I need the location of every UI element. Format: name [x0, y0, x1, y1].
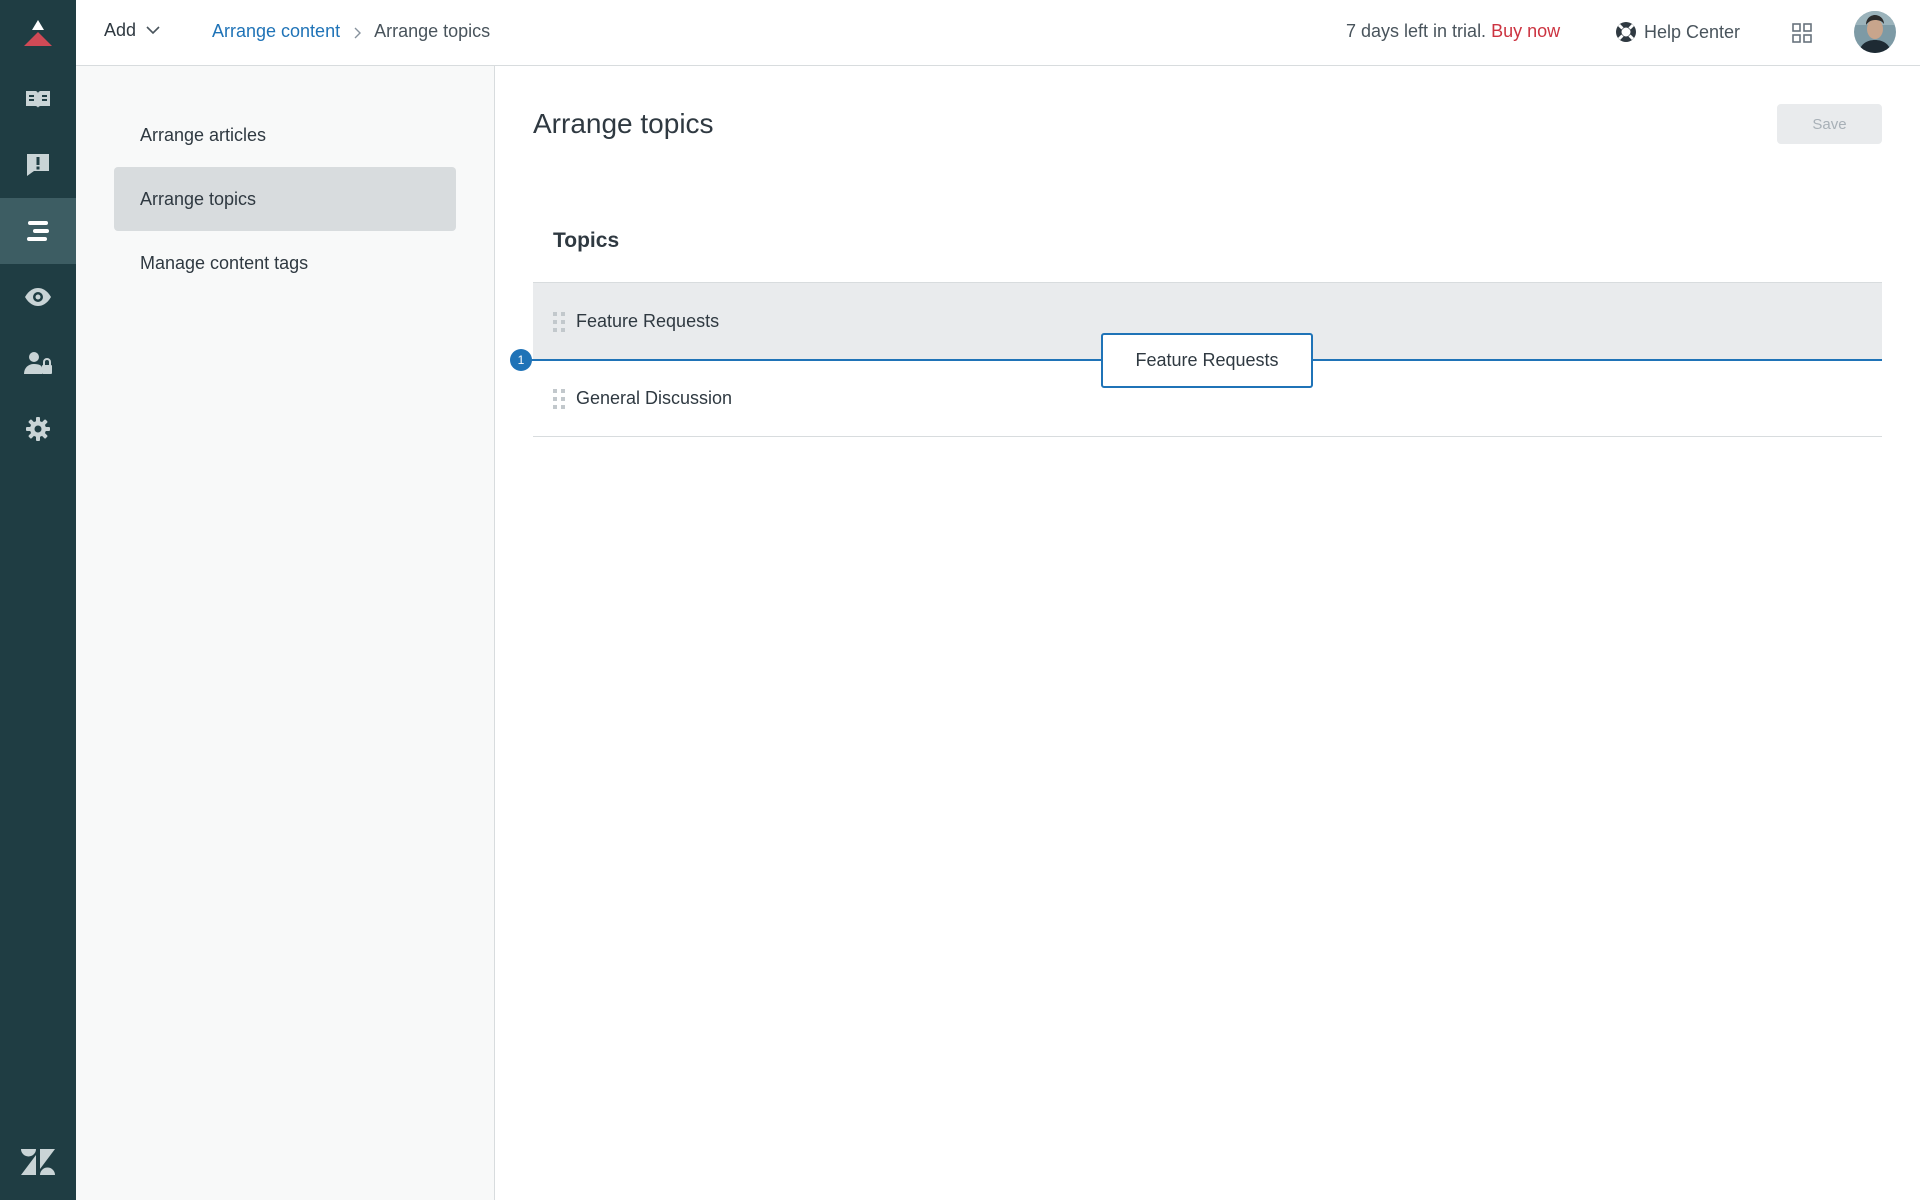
help-center-label: Help Center	[1644, 21, 1741, 42]
user-avatar[interactable]	[1854, 11, 1896, 53]
arrange-content-sidebar: Arrange articles Arrange topics Manage c…	[76, 66, 495, 1200]
topic-label: Feature Requests	[576, 311, 720, 331]
drag-handle-icon[interactable]	[553, 388, 565, 409]
drag-ghost-item[interactable]: Feature Requests	[1101, 333, 1313, 388]
guide-logo-icon	[24, 20, 52, 46]
breadcrumb-arrange-topics: Arrange topics	[374, 21, 491, 41]
arrange-content-icon	[27, 221, 49, 241]
add-label: Add	[104, 20, 137, 40]
divider	[533, 436, 1882, 437]
help-center-link[interactable]: Help Center	[1614, 20, 1740, 44]
add-menu-button[interactable]: Add	[104, 20, 160, 41]
user-permissions-icon	[24, 352, 52, 374]
sidebar-item-label: Arrange topics	[140, 188, 257, 209]
save-button[interactable]: Save	[1777, 104, 1882, 144]
sidebar-item-manage-content-tags[interactable]: Manage content tags	[114, 231, 456, 295]
sidebar-item-label: Manage content tags	[140, 252, 309, 273]
drag-handle-icon[interactable]	[553, 311, 565, 332]
knowledge-base-icon	[26, 91, 50, 108]
chevron-down-icon	[146, 26, 160, 35]
buy-now-link[interactable]: Buy now	[1491, 21, 1560, 41]
breadcrumb: Arrange content Arrange topics	[212, 21, 490, 42]
nav-arrange-content[interactable]	[0, 198, 76, 264]
top-header: Add Arrange content Arrange topics 7 day…	[76, 0, 1920, 66]
nav-preview[interactable]	[0, 264, 76, 330]
avatar-icon	[1854, 11, 1896, 53]
breadcrumb-arrange-content[interactable]: Arrange content	[212, 21, 340, 42]
topics-section-title: Topics	[553, 229, 620, 252]
nav-community[interactable]	[0, 132, 76, 198]
lifebuoy-icon	[1616, 22, 1636, 42]
nav-user-permissions[interactable]	[0, 330, 76, 396]
sidebar-item-label: Arrange articles	[140, 124, 267, 145]
zendesk-logo[interactable]	[0, 1142, 76, 1182]
drop-position-badge: 1	[510, 349, 532, 371]
trial-text: 7 days left in trial.	[1346, 21, 1487, 41]
zendesk-logo-icon	[21, 1149, 55, 1175]
nav-knowledge-base[interactable]	[0, 66, 76, 132]
sidebar-item-arrange-articles[interactable]: Arrange articles	[114, 103, 456, 167]
guide-logo[interactable]	[0, 0, 76, 66]
eye-icon	[25, 288, 51, 306]
sidebar-item-arrange-topics[interactable]: Arrange topics	[114, 167, 456, 231]
gear-icon	[26, 417, 50, 441]
trial-notice: 7 days left in trial. Buy now	[1346, 21, 1560, 42]
product-nav-rail	[0, 0, 76, 1200]
community-alert-icon	[27, 154, 49, 176]
product-tray-button[interactable]	[1790, 21, 1814, 45]
topic-label: General Discussion	[576, 388, 733, 408]
grid-icon	[1792, 23, 1812, 43]
nav-settings[interactable]	[0, 396, 76, 462]
page-title: Arrange topics	[533, 108, 714, 139]
breadcrumb-chevron-icon	[354, 26, 362, 44]
